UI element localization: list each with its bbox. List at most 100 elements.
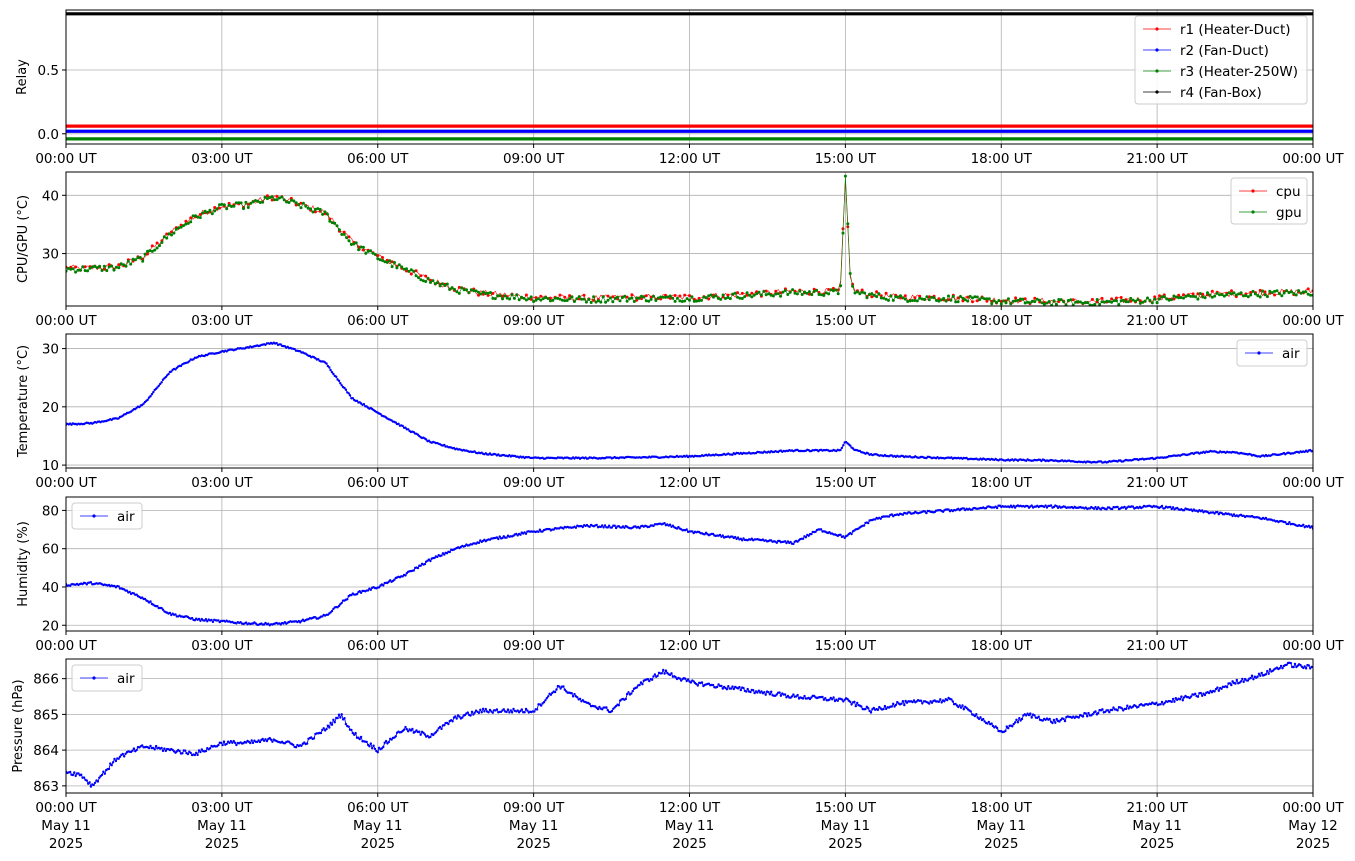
data-point [163,747,166,750]
x-year-label: 2025 [49,836,83,852]
data-point [505,710,508,714]
data-point [595,523,598,527]
data-point [919,699,923,702]
data-point [311,210,315,214]
data-point [759,293,763,297]
data-point [570,295,574,299]
x-tick-label: 03:00 UT [191,800,253,816]
x-tick-label: 00:00 UT [1282,313,1344,329]
x-tick-label: 00:00 UT [35,151,97,167]
data-point [1009,302,1013,306]
data-point [484,707,487,711]
data-point [1263,293,1267,297]
data-point [956,300,960,304]
data-point [419,274,423,278]
data-point [1230,683,1233,687]
data-point [508,297,512,301]
data-point [584,300,588,304]
data-point [233,741,237,744]
data-point [305,742,309,745]
data-point [671,296,675,300]
data-point [155,241,159,245]
legend: r1 (Heater-Duct) r2 (Fan-Duct) r3 (Heater-… [1134,15,1308,105]
data-point [803,694,806,698]
data-point [1116,709,1119,712]
data-point [1207,691,1211,695]
data-point [325,362,328,365]
data-point [807,290,811,294]
data-point [1201,694,1204,697]
data-point [570,692,573,695]
data-point [1087,711,1090,715]
data-point [107,767,111,771]
data-point [96,780,100,783]
data-point [1033,714,1036,717]
data-point [71,267,75,271]
data-point [239,201,243,205]
y-tick-label: 40 [42,188,59,204]
x-tick-label: 12:00 UT [659,800,721,816]
data-point [491,711,494,714]
data-point [630,296,634,300]
x-tick-label: 21:00 UT [1126,800,1188,816]
data-point [1146,296,1149,300]
data-point [333,221,337,225]
x-tick-label: 09:00 UT [503,800,565,816]
data-point [487,711,490,714]
data-point [783,289,787,292]
data-point [1196,695,1200,698]
data-point [1094,505,1097,509]
data-point [1268,668,1272,671]
data-point [365,740,368,744]
x-date-label: May 11 [665,818,714,834]
x-tick-label: 18:00 UT [971,638,1033,654]
data-point [887,298,890,302]
panel-4: 00:00 UT 03:00 UT 06:00 UT 09:00 UT 12:00 UT… [16,496,1344,654]
x-date-label: May 11 [977,818,1026,834]
y-tick-label: 60 [42,542,59,558]
legend: air [1236,339,1308,367]
data-point [899,294,902,298]
data-point [654,299,658,302]
data-point [325,212,329,216]
data-point [1093,302,1097,306]
data-point [1124,707,1128,711]
data-point [461,716,464,719]
panel-1: 00:00 UT 03:00 UT 06:00 UT 09:00 UT 12:00 UT… [15,9,1344,167]
data-point [1051,721,1054,725]
data-point [815,288,819,292]
data-point [827,292,831,296]
data-point [1077,716,1081,719]
x-tick-label: 21:00 UT [1126,151,1188,167]
data-point [862,524,866,527]
data-point [325,727,328,731]
panel-3: 00:00 UT 03:00 UT 06:00 UT 09:00 UT 12:00 UT… [16,333,1344,491]
data-point [890,705,893,708]
data-point [438,725,442,729]
data-point [242,207,245,211]
data-point [1292,665,1295,669]
data-point [246,206,250,209]
data-point [455,717,458,720]
data-point [801,697,805,700]
data-point [450,286,454,290]
x-tick-label: 00:00 UT [1282,638,1344,654]
x-year-label: 2025 [361,836,395,852]
data-point [123,755,126,758]
data-point [89,581,93,584]
data-point [467,291,471,295]
data-point [1007,727,1010,730]
data-point [903,703,906,707]
data-point [1210,289,1214,293]
y-tick-label: 10 [42,458,59,474]
data-point [193,753,197,757]
y-axis-label: CPU/GPU (°C) [16,195,31,283]
data-point [716,685,719,689]
data-point [337,379,341,382]
x-tick-label: 03:00 UT [191,475,253,491]
data-point [131,749,134,752]
data-point [684,677,687,680]
data-point [404,574,407,577]
data-point [1054,721,1057,724]
x-tick-label: 06:00 UT [347,313,409,329]
